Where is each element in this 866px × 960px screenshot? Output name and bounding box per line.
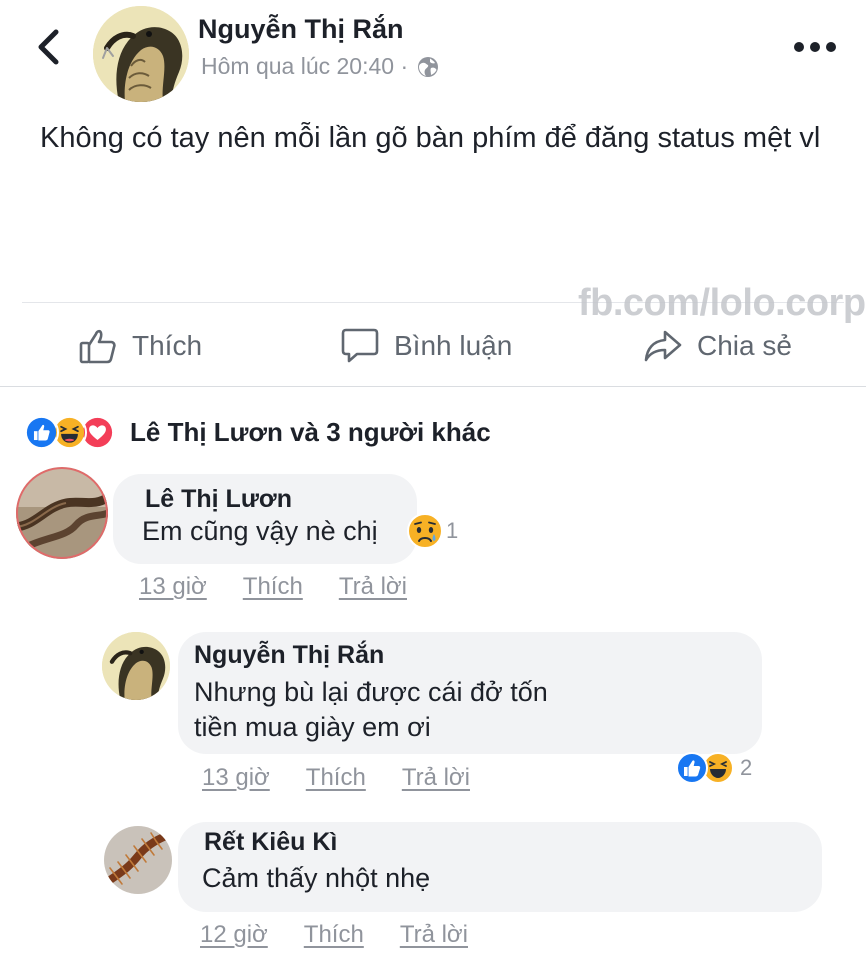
post-timestamp[interactable]: Hôm qua lúc 20:40 ·	[201, 53, 408, 80]
sad-icon	[407, 513, 443, 549]
comment-like-link[interactable]: Thích	[306, 764, 366, 792]
post-meta: Hôm qua lúc 20:40 ·	[201, 53, 440, 80]
post-text: Không có tay nên mỗi lần gõ bàn phím để …	[40, 122, 821, 154]
author-avatar[interactable]	[93, 6, 189, 102]
comment-bubble-icon	[341, 328, 379, 363]
commenter-avatar[interactable]	[102, 632, 170, 700]
comment-reaction-count: 2	[740, 755, 753, 780]
comment-reactions[interactable]: 2	[674, 751, 752, 785]
comment-time[interactable]: 13 giờ	[139, 573, 207, 601]
share-arrow-icon	[644, 330, 682, 362]
comment-author[interactable]: Nguyễn Thị Rắn	[194, 641, 384, 670]
like-haha-icons	[676, 752, 734, 784]
globe-icon[interactable]	[416, 55, 440, 79]
comment-meta: 12 giờ Thích Trả lời	[200, 921, 468, 949]
commenter-avatar[interactable]	[16, 467, 108, 559]
eel-avatar-image	[16, 467, 108, 559]
comment-author[interactable]: Lê Thị Lươn	[145, 485, 292, 514]
thumbs-up-icon	[79, 329, 116, 364]
cobra-avatar-image	[102, 632, 170, 700]
like-button[interactable]: Thích	[78, 322, 202, 370]
comment-reply-link[interactable]: Trả lời	[339, 573, 407, 601]
comment-text: Cảm thấy nhột nhẹ	[202, 863, 431, 893]
back-button[interactable]	[32, 26, 66, 68]
comment-reactions[interactable]: 1	[406, 512, 458, 550]
reactions-summary[interactable]: Lê Thị Lươn và 3 người khác	[24, 412, 491, 452]
share-button[interactable]: Chia sẻ	[643, 322, 792, 370]
more-dots-icon	[794, 42, 836, 52]
reactions-summary-text: Lê Thị Lươn và 3 người khác	[130, 416, 491, 447]
comment-button[interactable]: Bình luận	[340, 322, 512, 370]
comment-reaction-count: 1	[446, 518, 459, 543]
more-options-button[interactable]	[790, 36, 840, 58]
comment-time[interactable]: 12 giờ	[200, 921, 268, 949]
comment-reply-link[interactable]: Trả lời	[402, 764, 470, 792]
centipede-avatar-image	[104, 826, 172, 894]
watermark: fb.com/lolo.corp	[578, 282, 866, 324]
comment-text-line-2: tiền mua giày em ơi	[194, 712, 431, 742]
comment-like-link[interactable]: Thích	[304, 921, 364, 949]
comment-meta: 13 giờ Thích Trả lời	[202, 764, 470, 792]
share-label: Chia sẻ	[697, 330, 792, 361]
comment-text: Em cũng vậy nè chị	[142, 516, 378, 546]
comment-time[interactable]: 13 giờ	[202, 764, 270, 792]
chevron-left-icon	[38, 29, 59, 65]
divider	[0, 386, 866, 387]
commenter-avatar[interactable]	[104, 826, 172, 894]
comment-reply-link[interactable]: Trả lời	[400, 921, 468, 949]
like-icon	[24, 414, 59, 450]
comment-text-line-1: Nhưng bù lại được cái đở tốn	[194, 677, 548, 707]
comment-meta: 13 giờ Thích Trả lời	[139, 573, 407, 601]
reaction-icons	[24, 414, 115, 450]
comment-like-link[interactable]: Thích	[243, 573, 303, 601]
like-label: Thích	[132, 330, 203, 361]
comment-author[interactable]: Rết Kiêu Kì	[204, 828, 337, 857]
comment-label: Bình luận	[394, 330, 513, 361]
post-author-name[interactable]: Nguyễn Thị Rắn	[198, 14, 404, 45]
cobra-avatar-image	[93, 6, 189, 102]
